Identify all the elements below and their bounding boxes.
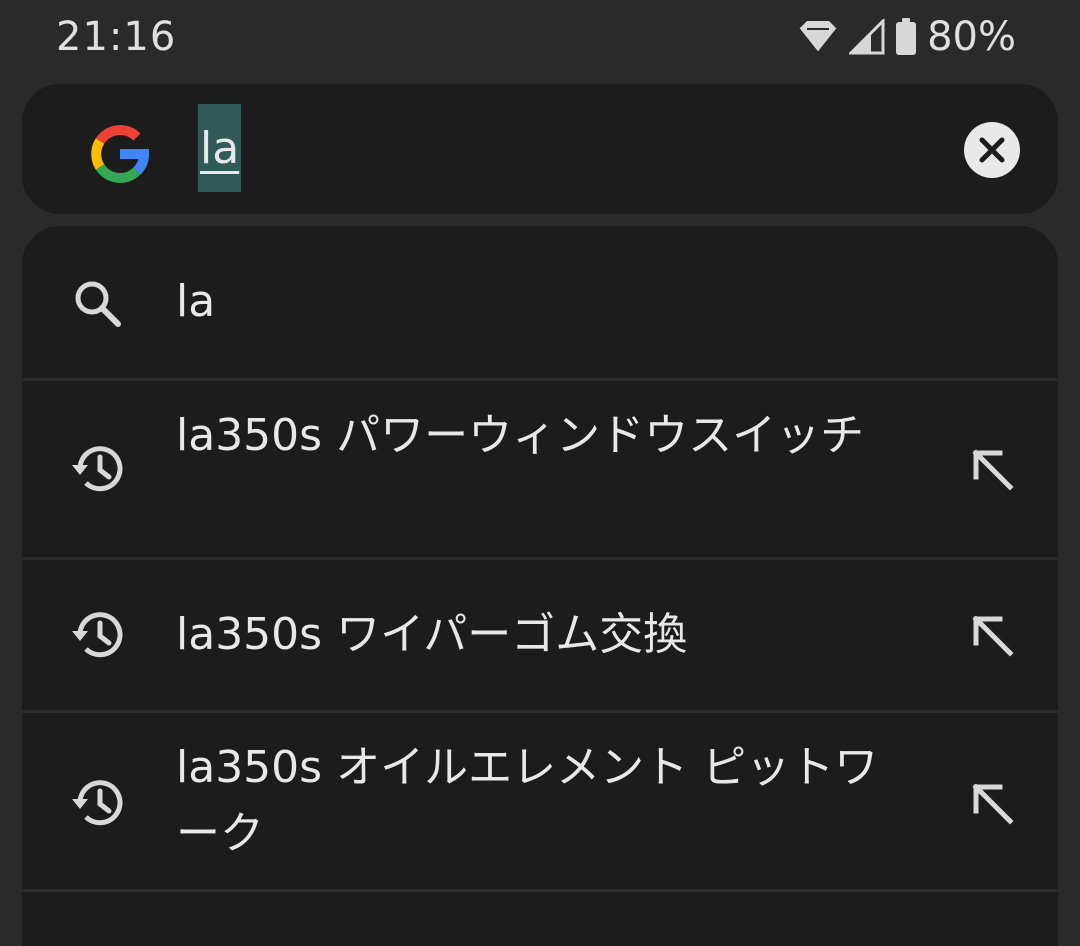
history-icon (72, 446, 123, 492)
battery-icon (896, 18, 917, 55)
status-bar: 21:16 80% (0, 0, 1080, 78)
insert-arrow-icon[interactable] (964, 775, 1020, 831)
google-g-icon (91, 124, 150, 183)
status-icons: 80% (797, 14, 1016, 60)
suggestion-list: la la350s パワーウィンドウスイッチ la350s ワイパーゴム交換 l… (22, 226, 1058, 946)
insert-arrow-icon[interactable] (964, 441, 1020, 497)
search-input[interactable]: la (198, 104, 242, 192)
clear-button[interactable] (964, 122, 1020, 178)
battery-percent: 80% (927, 14, 1016, 60)
suggestion-history-row[interactable]: la350s パワーウィンドウスイッチ (22, 381, 1058, 557)
suggestion-label: la350s オイルエレメント ピットワーク (176, 742, 879, 859)
clear-icon (979, 137, 1005, 163)
search-bar[interactable]: la (22, 84, 1058, 214)
cell-signal-icon (849, 19, 885, 55)
history-icon (72, 612, 123, 658)
history-icon (72, 780, 123, 826)
suggestion-label: la350s ワイパーゴム交換 (176, 609, 688, 660)
suggestion-search-row[interactable]: la (22, 226, 1058, 378)
search-icon (75, 281, 121, 327)
suggestion-history-row[interactable]: la350s オイルエレメント ピットワーク (22, 713, 1058, 889)
divider (22, 889, 1058, 892)
search-query[interactable]: la (200, 123, 239, 174)
wifi-icon (798, 21, 838, 55)
suggestion-label: la (176, 276, 216, 327)
suggestion-history-row[interactable]: la350s ワイパーゴム交換 (22, 560, 1058, 710)
suggestion-label: la350s パワーウィンドウスイッチ (176, 410, 865, 461)
status-time: 21:16 (56, 14, 177, 60)
insert-arrow-icon[interactable] (964, 607, 1020, 663)
